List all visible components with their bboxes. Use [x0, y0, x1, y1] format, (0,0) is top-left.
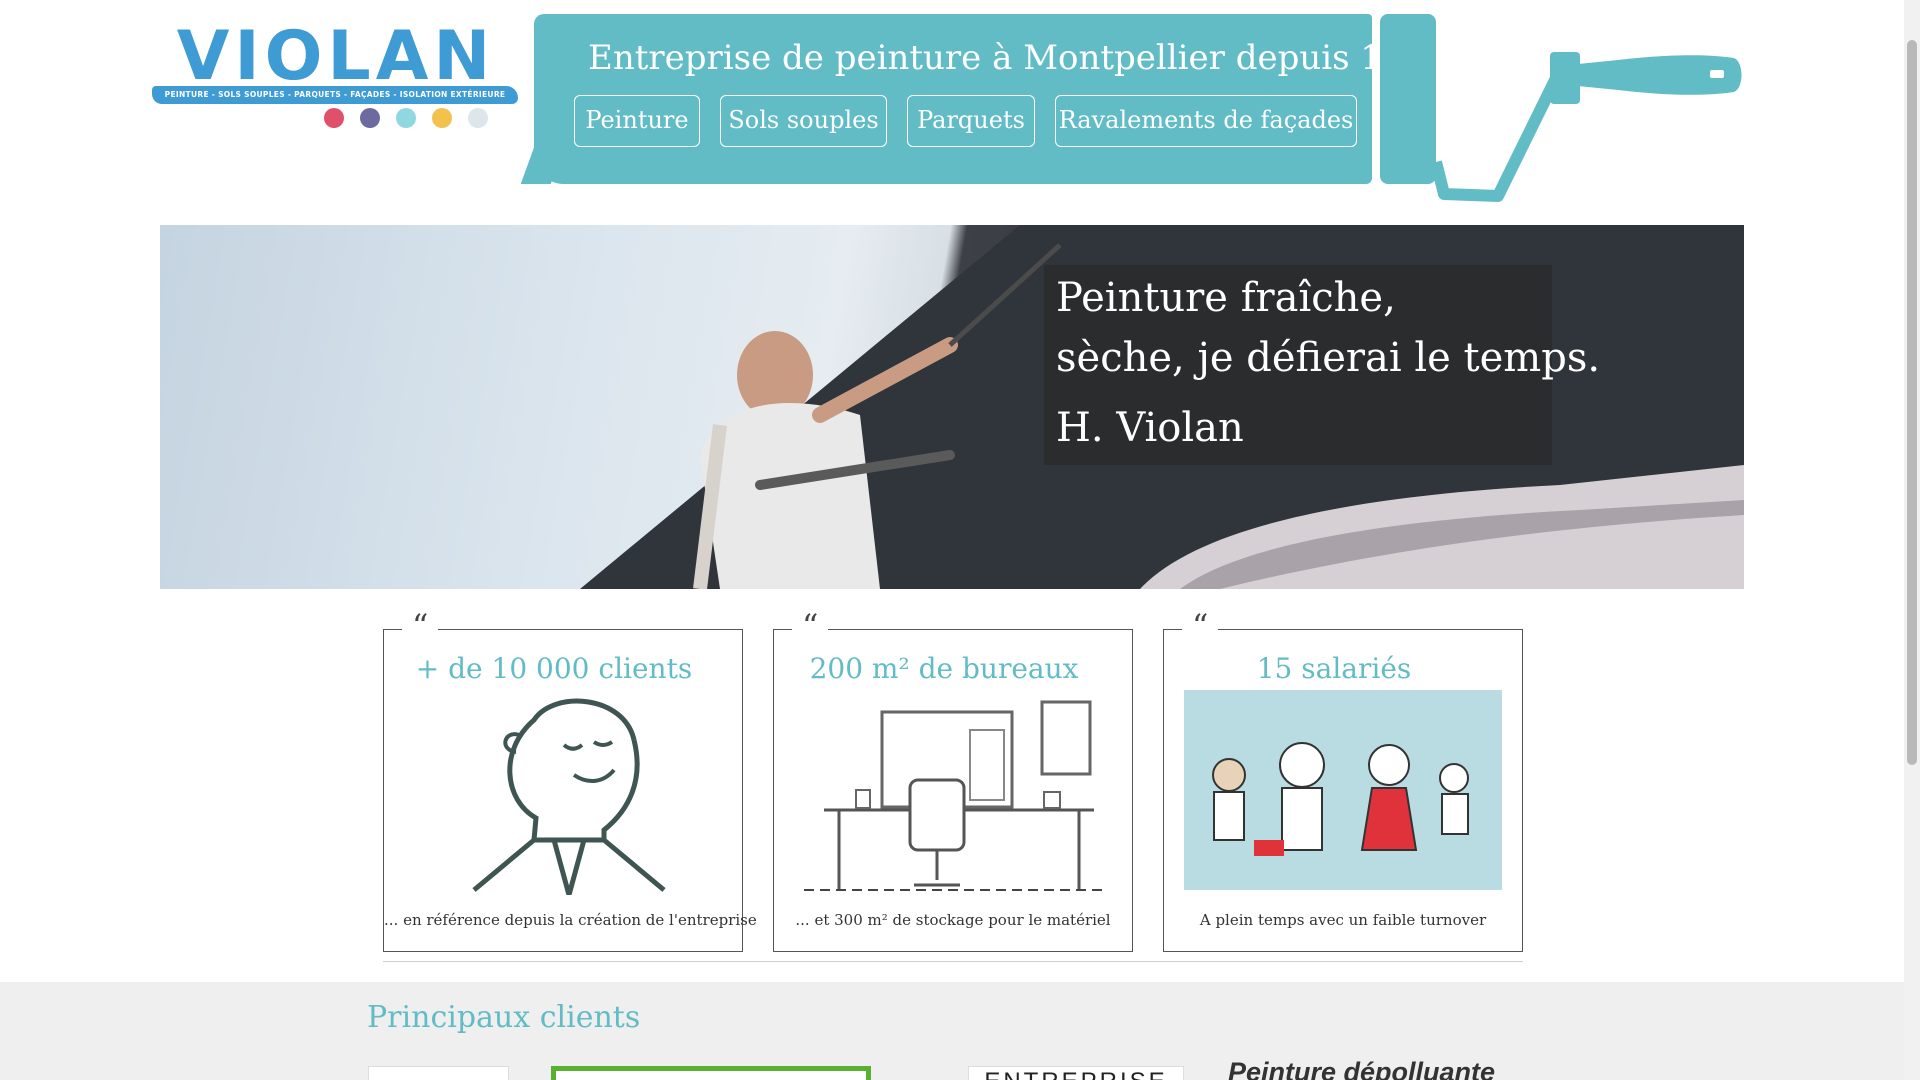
quote-mark-icon: “	[792, 606, 829, 646]
logo-dot-cyan	[396, 108, 416, 128]
header-tagline: Entreprise de peinture à Montpellier dep…	[588, 38, 1447, 78]
clients-section: Principaux clients ENTREPRISE Peinture d…	[0, 982, 1904, 1080]
logo-dot-yellow	[432, 108, 452, 128]
stat-caption: ... et 300 m² de stockage pour le matéri…	[795, 911, 1111, 929]
logo-color-dots	[324, 108, 524, 130]
paint-roller-icon	[1380, 14, 1742, 202]
quote-mark-icon: “	[402, 606, 439, 646]
violan-logo[interactable]: VIOLAN PEINTURE - SOLS SOUPLES - PARQUET…	[152, 17, 524, 134]
stat-caption: A plein temps avec un faible turnover	[1199, 911, 1487, 929]
logo-dot-purple	[360, 108, 380, 128]
stat-caption: ... en référence depuis la création de l…	[384, 911, 757, 929]
site-header: VIOLAN PEINTURE - SOLS SOUPLES - PARQUET…	[0, 0, 1904, 225]
stat-title: + de 10 000 clients	[415, 652, 693, 685]
stat-card-salaries: “ 15 salariés A plein temps avec un faib…	[1163, 606, 1523, 952]
clients-title: Principaux clients	[367, 1000, 641, 1035]
stats-section: “ + de 10 000 clients ... en référence d…	[0, 589, 1904, 982]
team-icon	[1184, 690, 1502, 890]
stat-title: 15 salariés	[1256, 652, 1412, 685]
nav-sols-souples[interactable]: Sols souples	[720, 95, 887, 147]
client-logo-2[interactable]	[551, 1066, 871, 1080]
stat-card-bureaux: “ 200 m² de bureaux ... et 300 m² de sto…	[773, 606, 1133, 952]
nav-parquets[interactable]: Parquets	[907, 95, 1035, 147]
hero-quote-line1: Peinture fraîche,	[1056, 275, 1396, 321]
logo-dot-grey	[468, 108, 488, 128]
nav-peinture[interactable]: Peinture	[574, 95, 700, 147]
logo-dot-red	[324, 108, 344, 128]
header-banner: Entreprise de peinture à Montpellier dep…	[534, 14, 1447, 184]
page-scrollbar[interactable]	[1904, 0, 1920, 1080]
client-logo-4[interactable]: Peinture dépolluante	[1228, 1057, 1495, 1080]
hero-quote-author: H. Violan	[1056, 405, 1244, 451]
quote-mark-icon: “	[1182, 606, 1219, 646]
office-desk-icon	[804, 700, 1104, 891]
logo-ribbon: PEINTURE - SOLS SOUPLES - PARQUETS - FAÇ…	[152, 86, 518, 104]
nav-ravalements-facades[interactable]: Ravalements de façades	[1055, 95, 1357, 147]
client-logo-3[interactable]: ENTREPRISE	[968, 1066, 1184, 1080]
section-divider	[383, 961, 1523, 962]
hero-quote-line2: sèche, je défierai le temps.	[1056, 335, 1601, 381]
client-logo-1[interactable]	[368, 1066, 509, 1080]
smiling-man-icon	[472, 698, 666, 895]
hero-banner: Peinture fraîche, sèche, je défierai le …	[160, 225, 1744, 589]
scrollbar-thumb[interactable]	[1907, 40, 1917, 765]
stat-title: 200 m² de bureaux	[809, 652, 1079, 685]
stat-card-clients: “ + de 10 000 clients ... en référence d…	[383, 606, 757, 952]
logo-wordmark: VIOLAN	[176, 17, 496, 96]
hero-quote-box: Peinture fraîche, sèche, je défierai le …	[1044, 265, 1600, 465]
